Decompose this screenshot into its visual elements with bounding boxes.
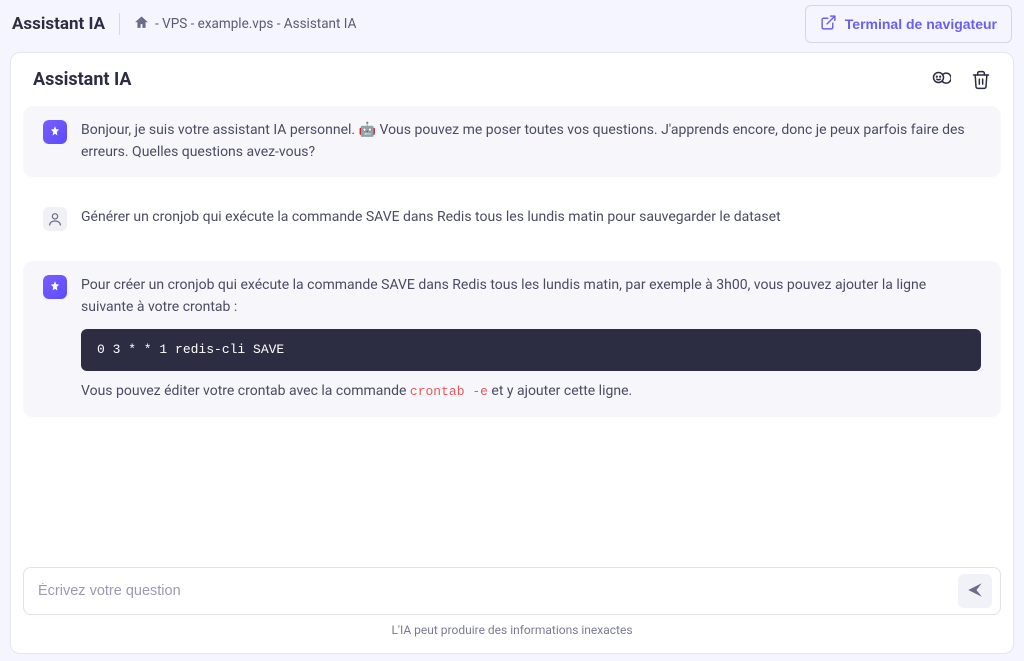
terminal-navigator-button[interactable]: Terminal de navigateur <box>805 5 1012 43</box>
input-area: L'IA peut produire des informations inex… <box>11 567 1013 653</box>
message-text: Pour créer un cronjob qui exécute la com… <box>81 275 981 318</box>
breadcrumb[interactable]: - VPS - example.vps - Assistant IA <box>134 15 356 34</box>
top-bar: Assistant IA - VPS - example.vps - Assis… <box>0 0 1024 48</box>
top-bar-left: Assistant IA - VPS - example.vps - Assis… <box>12 13 356 35</box>
message-text: Générer un cronjob qui exécute la comman… <box>81 207 981 229</box>
message-body: Pour créer un cronjob qui exécute la com… <box>81 275 981 402</box>
breadcrumb-text: - VPS - example.vps - Assistant IA <box>155 16 356 32</box>
divider <box>119 13 120 35</box>
message-ai: Bonjour, je suis votre assistant IA pers… <box>23 106 1001 177</box>
message-text: Bonjour, je suis votre assistant IA pers… <box>81 120 981 163</box>
ai-avatar-icon <box>43 120 67 144</box>
send-icon <box>966 581 984 602</box>
conversation: Bonjour, je suis votre assistant IA pers… <box>11 100 1013 567</box>
panel-title: Assistant IA <box>33 69 132 90</box>
message-text-after: Vous pouvez éditer votre crontab avec la… <box>81 381 981 403</box>
main-panel: Assistant IA <box>10 52 1014 654</box>
page-title: Assistant IA <box>12 14 105 34</box>
message-ai: Pour créer un cronjob qui exécute la com… <box>23 261 1001 416</box>
delete-button[interactable] <box>971 70 991 90</box>
inline-code: crontab -e <box>410 384 488 399</box>
external-link-icon <box>820 14 837 34</box>
terminal-button-label: Terminal de navigateur <box>845 16 997 32</box>
input-row <box>23 567 1001 615</box>
ai-avatar-icon <box>43 275 67 299</box>
feedback-button[interactable] <box>931 70 951 90</box>
send-button[interactable] <box>958 574 992 608</box>
message-user: Générer un cronjob qui exécute la comman… <box>23 193 1001 245</box>
panel-header: Assistant IA <box>11 53 1013 100</box>
user-avatar-icon <box>43 207 67 231</box>
home-icon <box>134 15 149 34</box>
code-block[interactable]: 0 3 * * 1 redis-cli SAVE <box>81 329 981 371</box>
question-input[interactable] <box>38 575 948 607</box>
disclaimer-text: L'IA peut produire des informations inex… <box>23 615 1001 647</box>
panel-actions <box>931 70 991 90</box>
